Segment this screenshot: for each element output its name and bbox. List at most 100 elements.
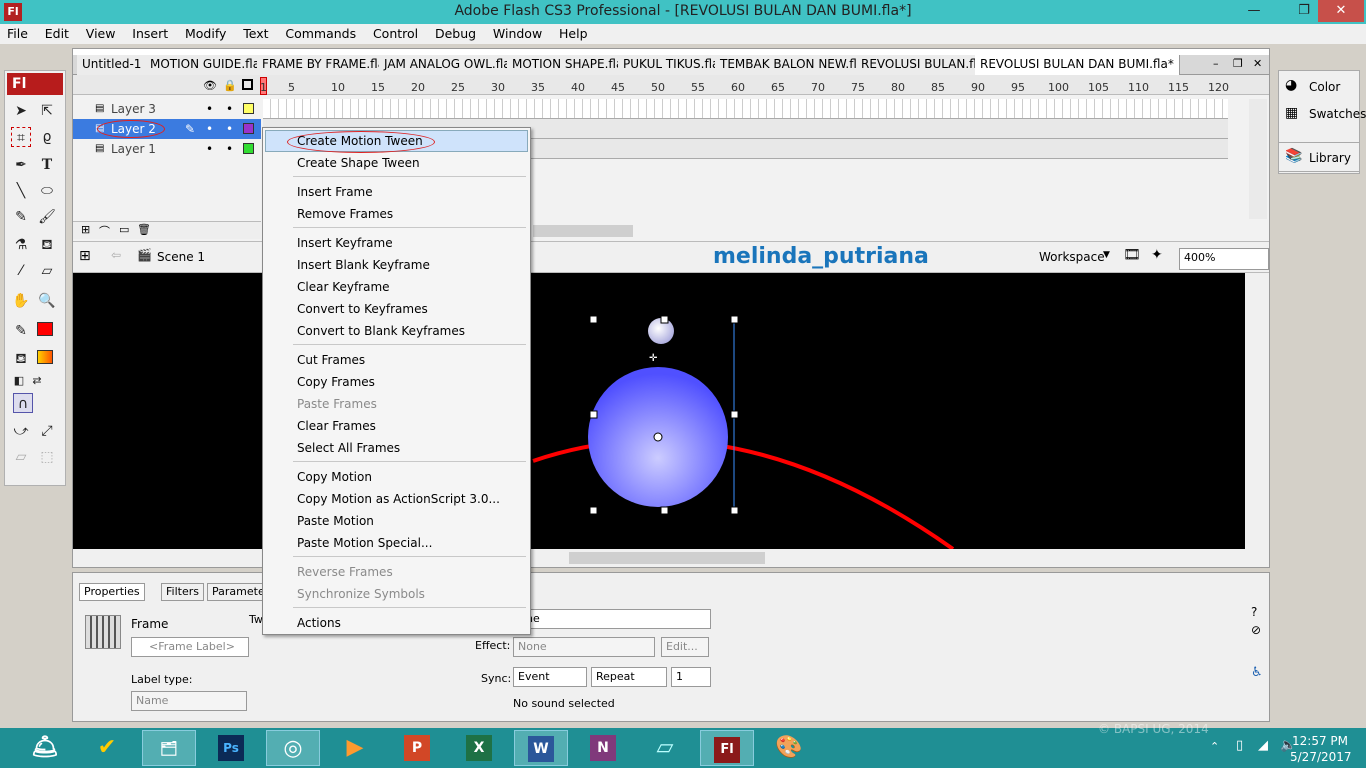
convert-to-blank-keyframes-item[interactable]: Convert to Blank Keyframes: [297, 324, 465, 338]
black-white-icon[interactable]: ◧: [9, 371, 29, 391]
convert-to-keyframes-item[interactable]: Convert to Keyframes: [297, 302, 428, 316]
media-player-icon[interactable]: ▶: [328, 730, 382, 766]
timeline-h-scrollbar[interactable]: [533, 225, 633, 237]
chrome-icon[interactable]: ◎: [266, 730, 320, 766]
menu-view[interactable]: View: [79, 24, 122, 41]
photoshop-icon[interactable]: Ps: [204, 730, 258, 766]
visibility-dot[interactable]: •: [206, 119, 213, 139]
library-panel-label[interactable]: Library: [1309, 151, 1351, 165]
menu-text[interactable]: Text: [236, 24, 274, 41]
fill-color-swatch[interactable]: [37, 350, 53, 364]
layer-row[interactable]: ▤ Layer 3 • •: [73, 99, 261, 119]
paste-motion-special-item[interactable]: Paste Motion Special...: [297, 536, 432, 550]
delete-layer-icon[interactable]: 🗑: [137, 223, 151, 236]
pen-tool-icon[interactable]: ✒: [11, 155, 31, 175]
tab-properties[interactable]: Properties: [79, 583, 145, 601]
color-panel-label[interactable]: Color: [1309, 80, 1340, 94]
menu-debug[interactable]: Debug: [428, 24, 482, 41]
network-icon[interactable]: ◢: [1258, 738, 1268, 753]
tab-motion-shape[interactable]: MOTION SHAPE.fla: [507, 55, 630, 75]
brush-tool-icon[interactable]: 🖌: [37, 207, 57, 227]
rotate-skew-icon[interactable]: ▱: [11, 447, 31, 467]
paint-icon[interactable]: 🎨: [762, 730, 816, 766]
menu-commands[interactable]: Commands: [278, 24, 362, 41]
outline-icon[interactable]: [242, 79, 253, 90]
hand-tool-icon[interactable]: ✋: [11, 291, 31, 311]
repeat-select[interactable]: Repeat: [591, 667, 667, 687]
excel-icon[interactable]: X: [452, 730, 506, 766]
tab-motion-guide[interactable]: MOTION GUIDE.fla: [145, 55, 267, 75]
stroke-color-icon[interactable]: ✎: [11, 321, 31, 341]
explorer-icon[interactable]: 🗂: [142, 730, 196, 766]
notes-icon[interactable]: ▱: [638, 730, 692, 766]
sound-select[interactable]: ne: [521, 609, 711, 629]
clear-keyframe-item[interactable]: Clear Keyframe: [297, 280, 390, 294]
library-icon[interactable]: 📚: [1285, 148, 1302, 164]
onenote-icon[interactable]: N: [576, 730, 630, 766]
select-all-frames-item[interactable]: Select All Frames: [297, 441, 400, 455]
lasso-tool-icon[interactable]: ϱ: [37, 127, 57, 147]
stage-h-scrollbar[interactable]: [73, 549, 1269, 567]
frames-row-layer-3[interactable]: [263, 99, 1228, 119]
smooth-icon[interactable]: ⤻: [11, 421, 31, 441]
stage-v-scrollbar[interactable]: [1245, 273, 1269, 549]
stage[interactable]: ✛: [73, 273, 1245, 549]
stroke-color-swatch[interactable]: [37, 322, 53, 336]
text-tool-icon[interactable]: T: [37, 155, 57, 175]
eyedropper-tool-icon[interactable]: ⁄: [11, 261, 31, 281]
swap-colors-icon[interactable]: ⇄: [27, 371, 47, 391]
selection-tool-icon[interactable]: ➤: [11, 101, 31, 121]
sync-select[interactable]: Event: [513, 667, 587, 687]
line-tool-icon[interactable]: ╲: [11, 181, 31, 201]
minimize-button[interactable]: —: [1238, 0, 1270, 22]
lock-icon[interactable]: 🔒: [223, 79, 237, 92]
add-guide-icon[interactable]: ⌒: [99, 223, 110, 239]
straighten-icon[interactable]: ⤢: [37, 421, 57, 441]
timeline-v-scrollbar[interactable]: [1249, 99, 1267, 219]
actions-item[interactable]: Actions: [297, 616, 341, 630]
zoom-field[interactable]: 400%: [1179, 248, 1269, 270]
layer-color-box[interactable]: [243, 123, 254, 134]
paint-bucket-tool-icon[interactable]: ⛾: [37, 235, 57, 255]
registration-point[interactable]: [653, 432, 663, 442]
timeline-toggle-icon[interactable]: ⊞: [79, 248, 91, 264]
menu-control[interactable]: Control: [366, 24, 424, 41]
color-icon[interactable]: ◕: [1285, 77, 1297, 93]
eraser-tool-icon[interactable]: ▱: [37, 261, 57, 281]
subselection-tool-icon[interactable]: ⇱: [37, 101, 57, 121]
menu-modify[interactable]: Modify: [178, 24, 232, 41]
clear-frames-item[interactable]: Clear Frames: [297, 419, 376, 433]
tab-pukul-tikus[interactable]: PUKUL TIKUS.fla: [618, 55, 726, 75]
tab-jam-analog-owl[interactable]: JAM ANALOG OWL.fla: [379, 55, 517, 75]
new-layer-icon[interactable]: ⊞: [81, 223, 90, 236]
tab-revolusi-bulan-dan-bumi[interactable]: REVOLUSI BULAN DAN BUMI.fla*: [975, 55, 1180, 75]
chevron-down-icon[interactable]: ▼: [1103, 250, 1110, 260]
paste-motion-item[interactable]: Paste Motion: [297, 514, 374, 528]
layer-color-box[interactable]: [243, 143, 254, 154]
oval-tool-icon[interactable]: ⬭: [37, 181, 57, 201]
label-type-select[interactable]: Name: [131, 691, 247, 711]
copy-motion-as-actionscript-item[interactable]: Copy Motion as ActionScript 3.0...: [297, 492, 500, 506]
stage-h-scroll-thumb[interactable]: [569, 552, 765, 564]
clock-date[interactable]: 5/27/2017: [1290, 750, 1352, 764]
repeat-count-input[interactable]: 1: [671, 667, 711, 687]
doc-minimize-icon[interactable]: –: [1213, 57, 1219, 70]
scale-icon[interactable]: ⬚: [37, 447, 57, 467]
tab-revolusi-bulan[interactable]: REVOLUSI BULAN.fla: [856, 55, 991, 75]
word-icon[interactable]: W: [514, 730, 568, 766]
tab-tembak-balon[interactable]: TEMBAK BALON NEW.fla: [715, 55, 871, 75]
workspace-dropdown[interactable]: Workspace: [1039, 250, 1105, 264]
layer-row[interactable]: ▤ Layer 1 • •: [73, 139, 261, 159]
layer-color-box[interactable]: [243, 103, 254, 114]
tab-frame-by-frame[interactable]: FRAME BY FRAME.fla: [257, 55, 392, 75]
clock-time[interactable]: 12:57 PM: [1292, 734, 1348, 748]
effect-select[interactable]: None: [513, 637, 655, 657]
edit-scene-icon[interactable]: ✦: [1151, 247, 1163, 263]
zoom-tool-icon[interactable]: 🔍: [37, 291, 57, 311]
doc-restore-icon[interactable]: ❐: [1233, 57, 1243, 70]
menu-edit[interactable]: Edit: [38, 24, 75, 41]
copy-motion-item[interactable]: Copy Motion: [297, 470, 372, 484]
insert-frame-item[interactable]: Insert Frame: [297, 185, 373, 199]
visibility-dot[interactable]: •: [206, 139, 213, 159]
tab-untitled-1[interactable]: Untitled-1: [77, 55, 148, 75]
